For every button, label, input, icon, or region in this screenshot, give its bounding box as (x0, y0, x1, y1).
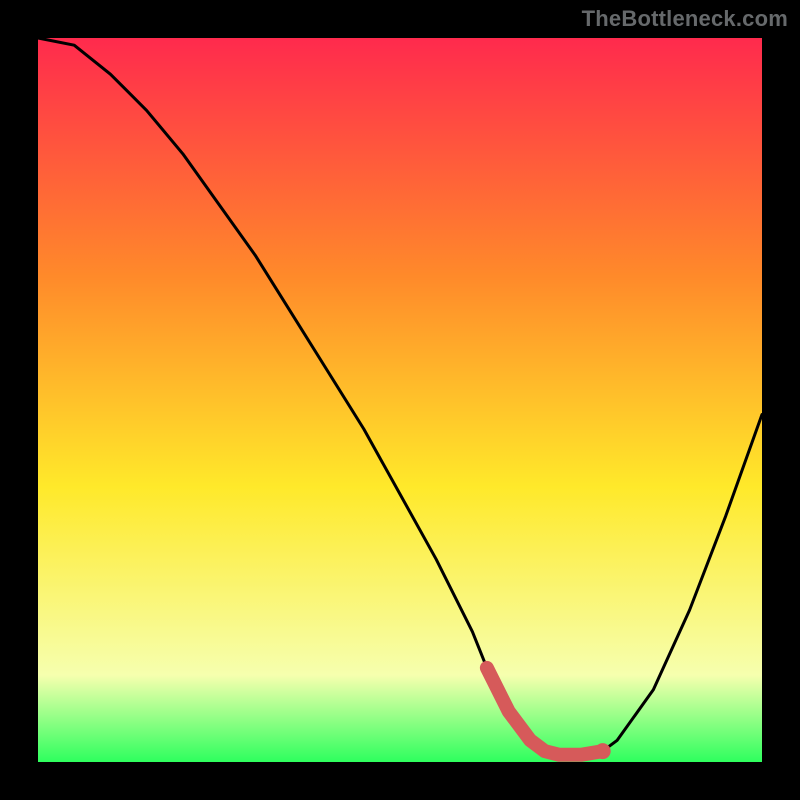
plot-area (38, 38, 762, 762)
highlight-point (595, 743, 611, 759)
chart-frame: { "watermark": "TheBottleneck.com", "col… (0, 0, 800, 800)
bottleneck-chart (0, 0, 800, 800)
watermark-text: TheBottleneck.com (582, 6, 788, 32)
